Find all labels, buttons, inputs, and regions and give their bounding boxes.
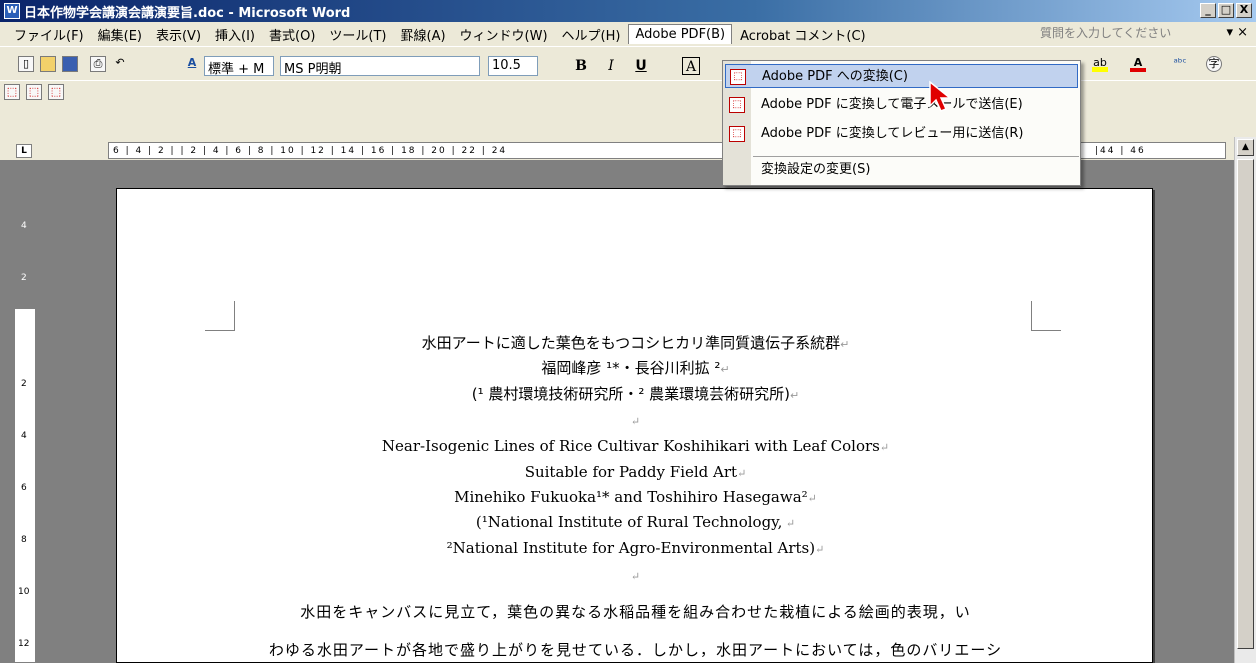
styles-icon[interactable]: A <box>184 56 200 72</box>
scroll-thumb[interactable] <box>1237 159 1254 649</box>
ruler-ticks: 6 | 4 | 2 | | 2 | 4 | 6 | 8 | 10 | 12 | … <box>113 146 508 156</box>
open-folder-icon[interactable] <box>40 56 56 72</box>
vertical-ruler-margin <box>15 161 35 309</box>
character-border-button[interactable]: A <box>682 57 700 75</box>
en-authors: Minehiko Fukuoka¹* and Toshihiro Hasegaw… <box>454 488 817 506</box>
en-affiliation-1: (¹National Institute of Rural Technology… <box>475 513 796 531</box>
en-affiliation-2: ²National Institute for Agro-Environment… <box>446 539 825 557</box>
menu-file[interactable]: ファイル(F) <box>8 23 90 46</box>
menu-item-label: Adobe PDF に変換してレビュー用に送信(R) <box>761 126 1024 141</box>
undo-icon[interactable]: ↶ <box>112 56 128 72</box>
en-title-1: Near-Isogenic Lines of Rice Cultivar Kos… <box>381 437 890 455</box>
tab-selector[interactable]: L <box>16 144 32 158</box>
scroll-up-arrow-icon[interactable]: ▲ <box>1237 139 1254 156</box>
vruler-label: 8 <box>21 535 27 545</box>
adobe-pdf-dropdown-menu: ⬚ Adobe PDF への変換(C) ⬚ Adobe PDF に変換して電子メ… <box>722 60 1081 186</box>
blank-line: ↵ <box>630 415 641 428</box>
menu-edit[interactable]: 編集(E) <box>92 23 148 46</box>
font-color-icon[interactable]: A <box>1130 56 1146 72</box>
pdf-review-icon: ⬚ <box>729 126 745 142</box>
body-paragraph-line: 水田をキャンバスに見立て，葉色の異なる水稲品種を組み合わせた栽植による絵画的表現… <box>300 603 971 621</box>
menu-view[interactable]: 表示(V) <box>150 23 207 46</box>
help-search-box[interactable]: 質問を入力してください <box>1040 24 1171 41</box>
jp-authors: 福岡峰彦 ¹*・長谷川利拡 ²↵ <box>541 359 730 377</box>
vruler-label: 2 <box>21 273 27 283</box>
close-document-button[interactable]: ▾ × <box>1226 25 1248 40</box>
menu-table[interactable]: 罫線(A) <box>395 23 452 46</box>
pdf-review-icon[interactable]: ⬚ <box>48 84 64 100</box>
menu-insert[interactable]: 挿入(I) <box>209 23 261 46</box>
menu-help[interactable]: ヘルプ(H) <box>556 23 627 46</box>
vertical-scrollbar[interactable]: ▲ <box>1234 137 1256 663</box>
crop-mark-right <box>1031 301 1061 331</box>
word-app-icon[interactable]: W <box>4 3 20 19</box>
highlight-icon[interactable]: ab <box>1092 56 1108 72</box>
vruler-label: 2 <box>21 379 27 389</box>
menu-item-convert-and-email[interactable]: ⬚ Adobe PDF に変換して電子メールで送信(E) <box>725 93 1078 117</box>
vruler-label: 12 <box>18 639 30 649</box>
document-page[interactable]: 水田アートに適した葉色をもつコシヒカリ準同質遺伝子系統群↵ 福岡峰彦 ¹*・長谷… <box>116 188 1153 663</box>
pdf-convert-icon[interactable]: ⬚ <box>4 84 20 100</box>
menu-item-convert-for-review[interactable]: ⬚ Adobe PDF に変換してレビュー用に送信(R) <box>725 122 1078 146</box>
print-icon[interactable]: ⎙ <box>90 56 106 72</box>
pdf-email-icon[interactable]: ⬚ <box>26 84 42 100</box>
underline-button[interactable]: U <box>632 57 650 75</box>
menu-adobe-pdf[interactable]: Adobe PDF(B) <box>628 24 733 44</box>
window-controls: _ □ X <box>1200 3 1252 18</box>
body-paragraph-line: わゆる水田アートが各地で盛り上がりを見せている．しかし，水田アートにおいては，色… <box>268 641 1003 659</box>
jp-title: 水田アートに適した葉色をもつコシヒカリ準同質遺伝子系統群↵ <box>421 334 850 352</box>
save-icon[interactable] <box>62 56 78 72</box>
crop-mark-left <box>205 301 235 331</box>
style-select[interactable]: 標準 + M <box>204 56 274 77</box>
menu-tools[interactable]: ツール(T) <box>323 23 392 46</box>
jp-affiliation: (¹ 農村環境技術研究所・² 農業環境芸術研究所)↵ <box>471 385 800 403</box>
menu-acrobat-comment[interactable]: Acrobat コメント(C) <box>734 23 872 46</box>
vruler-label: 4 <box>21 221 27 231</box>
menu-item-label: Adobe PDF への変換(C) <box>762 69 908 84</box>
vertical-ruler[interactable]: 4 2 2 4 6 8 10 12 <box>14 160 36 663</box>
vruler-label: 10 <box>18 587 30 597</box>
window-title: 日本作物学会講演会講演要旨.doc - Microsoft Word <box>24 5 351 21</box>
enclosed-character-icon[interactable]: 字 <box>1206 56 1222 72</box>
menu-item-label: 変換設定の変更(S) <box>761 162 871 177</box>
menu-window[interactable]: ウィンドウ(W) <box>454 23 554 46</box>
new-document-icon[interactable]: ▯ <box>18 56 34 72</box>
pdf-convert-icon: ⬚ <box>730 69 746 85</box>
vruler-label: 4 <box>21 431 27 441</box>
menu-format[interactable]: 書式(O) <box>263 23 321 46</box>
font-size-select[interactable]: 10.5 <box>488 56 538 76</box>
menu-item-change-settings[interactable]: 変換設定の変更(S) <box>725 158 1078 182</box>
vruler-label: 6 <box>21 483 27 493</box>
close-button[interactable]: X <box>1236 3 1252 18</box>
pdf-email-icon: ⬚ <box>729 97 745 113</box>
phonetic-guide-icon[interactable]: ᵃᵇᶜ <box>1172 56 1188 72</box>
minimize-button[interactable]: _ <box>1200 3 1216 18</box>
menu-item-convert-to-pdf[interactable]: ⬚ Adobe PDF への変換(C) <box>725 64 1078 88</box>
blank-line: ↵ <box>630 570 641 583</box>
menu-bar: ファイル(F) 編集(E) 表示(V) 挿入(I) 書式(O) ツール(T) 罫… <box>0 22 1256 46</box>
font-select[interactable]: MS P明朝 <box>280 56 480 77</box>
bold-button[interactable]: B <box>572 57 590 75</box>
italic-button[interactable]: I <box>602 57 620 75</box>
title-bar: W 日本作物学会講演会講演要旨.doc - Microsoft Word _ □… <box>0 0 1256 22</box>
en-title-2: Suitable for Paddy Field Art↵ <box>524 463 747 481</box>
ruler-ticks-right: |44 | 46 <box>1095 146 1146 156</box>
menu-separator <box>753 156 1079 157</box>
menu-item-label: Adobe PDF に変換して電子メールで送信(E) <box>761 97 1023 112</box>
maximize-button[interactable]: □ <box>1218 3 1234 18</box>
